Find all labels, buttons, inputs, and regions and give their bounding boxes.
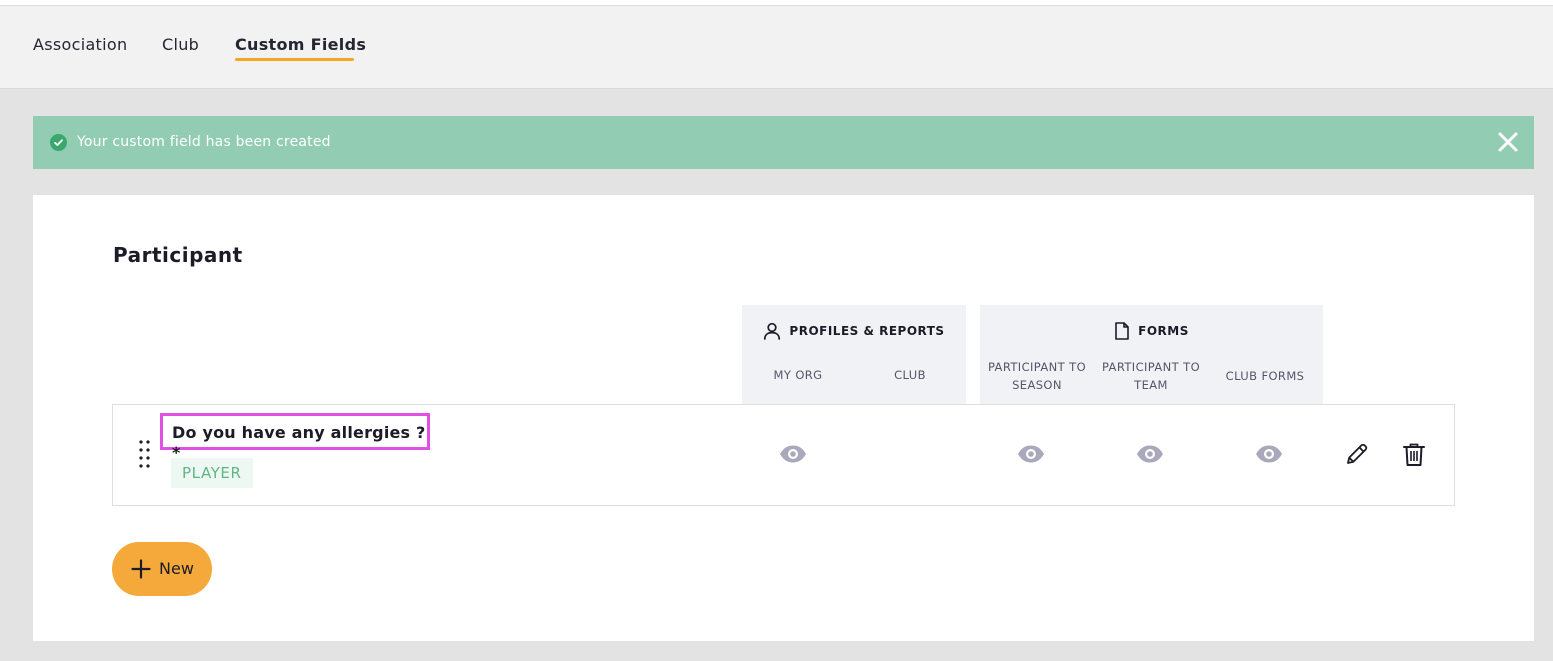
tab-club[interactable]: Club xyxy=(162,35,199,55)
field-name[interactable]: Do you have any allergies ?* xyxy=(160,413,430,462)
user-icon xyxy=(764,322,781,340)
new-button-label: New xyxy=(159,559,194,578)
col-participant-to-team: PARTICIPANT TO TEAM xyxy=(1099,358,1203,394)
field-type-badge: PLAYER xyxy=(171,458,253,488)
col-club: CLUB xyxy=(894,368,926,382)
tab-association[interactable]: Association xyxy=(33,35,127,55)
forms-header: FORMS PARTICIPANT TO SEASON PARTICIPANT … xyxy=(980,305,1323,404)
col-participant-to-team-line1: PARTICIPANT TO xyxy=(1101,360,1201,374)
profiles-reports-title: PROFILES & REPORTS xyxy=(742,321,966,341)
drag-handle-icon[interactable] xyxy=(137,439,153,469)
profiles-reports-label: PROFILES & REPORTS xyxy=(789,324,945,338)
eye-icon-club-forms[interactable] xyxy=(1255,444,1283,464)
col-club-forms: CLUB FORMS xyxy=(1225,369,1305,383)
col-my-org: MY ORG xyxy=(773,368,823,382)
col-participant-to-season-line2: SEASON xyxy=(1012,378,1062,392)
eye-icon-participant-to-season[interactable] xyxy=(1017,444,1045,464)
col-participant-to-season: PARTICIPANT TO SEASON xyxy=(985,358,1089,394)
section-title: Participant xyxy=(113,243,243,267)
close-icon[interactable] xyxy=(1498,132,1518,152)
success-alert: Your custom field has been created xyxy=(33,116,1534,169)
custom-fields-card: Participant PROFILES & REPORTS MY ORG CL… xyxy=(33,195,1534,641)
eye-icon-participant-to-team[interactable] xyxy=(1136,444,1164,464)
tab-bar: Association Club Custom Fields xyxy=(0,6,1553,89)
plus-icon xyxy=(131,559,151,579)
document-icon xyxy=(1115,322,1129,340)
eye-icon-my-org[interactable] xyxy=(779,444,807,464)
forms-label: FORMS xyxy=(1138,324,1189,338)
pencil-icon[interactable] xyxy=(1344,441,1370,467)
check-circle-icon xyxy=(50,134,67,151)
col-participant-to-season-line1: PARTICIPANT TO xyxy=(987,360,1087,374)
forms-title: FORMS xyxy=(980,321,1323,341)
trash-icon[interactable] xyxy=(1401,441,1427,467)
profiles-reports-header: PROFILES & REPORTS MY ORG CLUB xyxy=(742,305,966,404)
custom-field-row: Do you have any allergies ?* PLAYER xyxy=(112,404,1455,506)
tab-custom-fields[interactable]: Custom Fields xyxy=(235,35,366,55)
col-participant-to-team-line2: TEAM xyxy=(1134,378,1168,392)
alert-message: Your custom field has been created xyxy=(77,134,331,150)
new-button[interactable]: New xyxy=(112,542,212,596)
active-tab-indicator xyxy=(235,58,354,61)
